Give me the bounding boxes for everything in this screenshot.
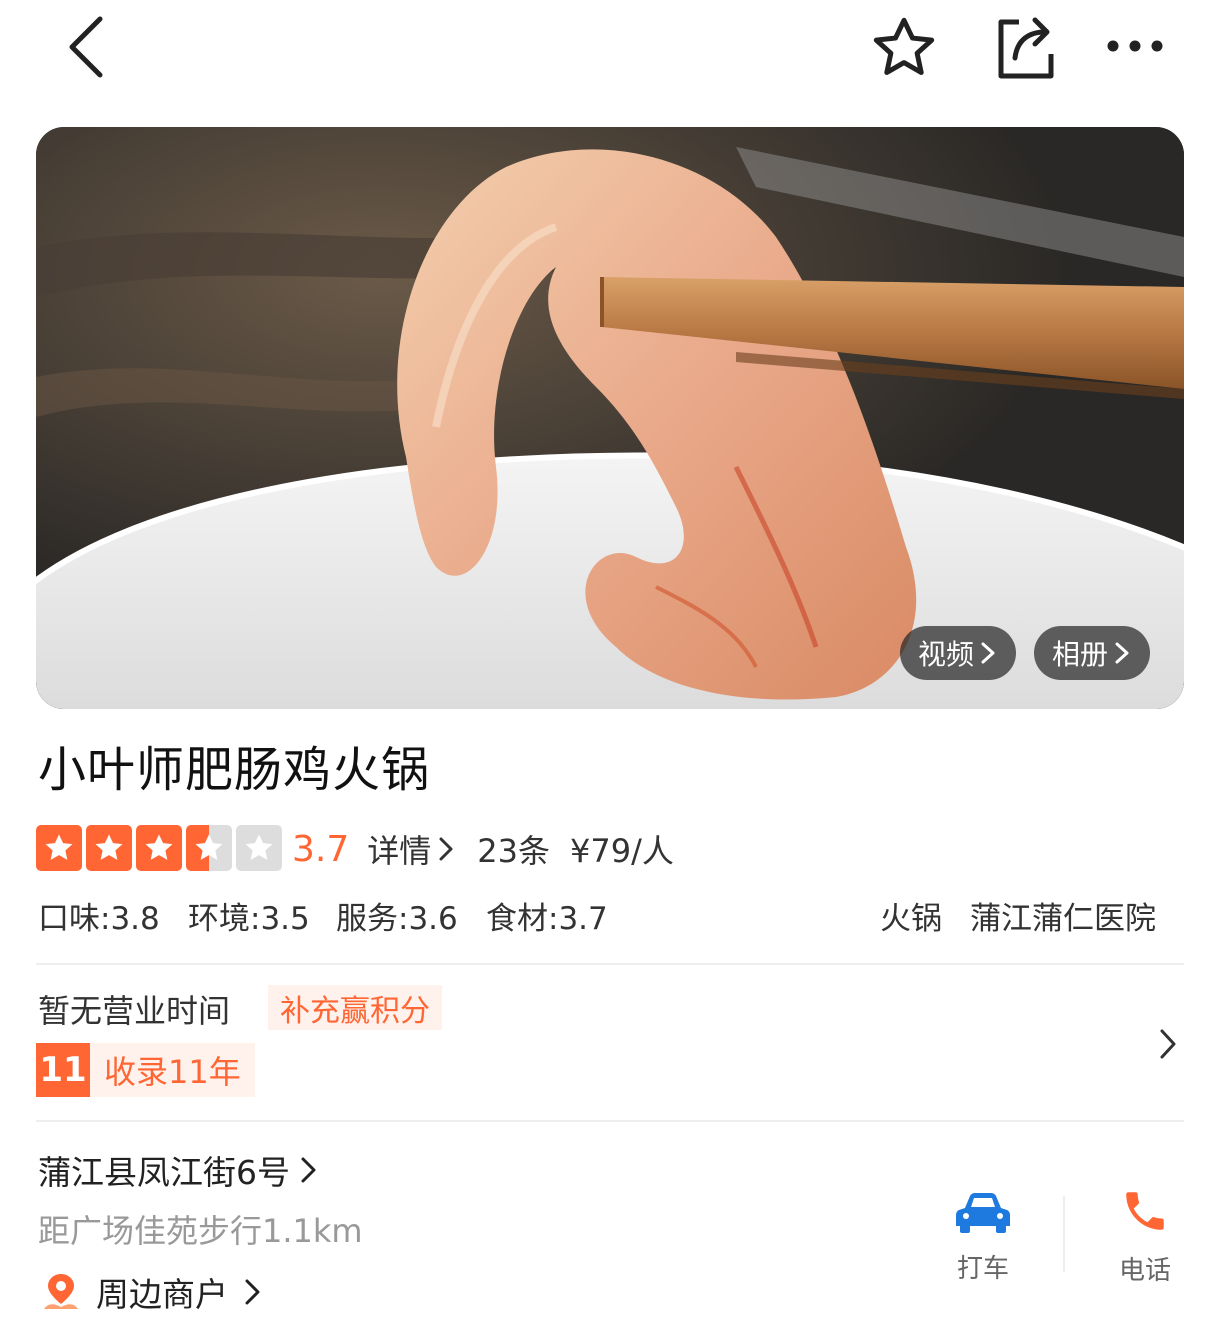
star-icon: [136, 825, 182, 871]
area-tag: 蒲江蒲仁医院: [970, 901, 1156, 937]
video-button[interactable]: 视频: [900, 626, 1017, 680]
share-button[interactable]: [990, 12, 1060, 82]
sub-score-2: 环境:3.5: [188, 901, 310, 937]
food-photo: [36, 127, 1184, 709]
share-icon: [998, 17, 1054, 79]
star-empty-icon: [236, 825, 282, 871]
nearby-label: 周边商户: [96, 1275, 228, 1314]
category-tag: 火锅: [880, 901, 942, 937]
phone-icon: [1126, 1192, 1164, 1230]
address-link[interactable]: 蒲江县凤江街6号: [38, 1146, 320, 1194]
years-label: 收录11年: [104, 1053, 241, 1091]
chevron-right-icon[interactable]: [1156, 1026, 1180, 1062]
chevron-right-icon: [981, 642, 995, 664]
divider: [36, 1120, 1184, 1122]
back-button[interactable]: [56, 12, 116, 82]
bonus-tag[interactable]: 补充赢积分: [268, 985, 442, 1030]
favorite-button[interactable]: [866, 10, 942, 86]
album-label: 相册: [1052, 638, 1109, 671]
more-dots-icon: [1107, 40, 1163, 52]
divider: [1063, 1196, 1065, 1272]
hero-photo[interactable]: [36, 127, 1184, 709]
phone-label: 电话: [1118, 1256, 1171, 1286]
chevron-left-icon: [69, 16, 103, 78]
phone-button[interactable]: 电话: [1102, 1186, 1188, 1287]
star-icon: [36, 825, 82, 871]
years-number: 11: [36, 1043, 90, 1097]
chevron-right-icon: [245, 1279, 260, 1305]
video-label: 视频: [918, 638, 975, 671]
location-pin-icon: [44, 1274, 78, 1309]
star-rating: [36, 825, 282, 871]
address-text: 蒲江县凤江街6号: [38, 1153, 290, 1192]
business-hours: 暂无营业时间: [38, 992, 231, 1030]
sub-score-1: 口味:3.8: [38, 901, 160, 937]
rating-row: 3.7 详情 23条 ¥79/人: [292, 825, 674, 873]
price-per-person: ¥79/人: [570, 832, 674, 870]
years-listed-badge: 11 收录11年: [36, 1043, 255, 1097]
chevron-right-icon: [1115, 642, 1129, 664]
sub-score-3: 服务:3.6: [336, 901, 458, 937]
star-half-icon: [186, 825, 232, 871]
star-icon: [86, 825, 132, 871]
review-count: 23条: [477, 832, 551, 870]
star-outline-icon: [873, 17, 935, 75]
divider: [36, 963, 1184, 965]
chevron-right-icon: [439, 837, 453, 861]
taxi-label: 打车: [956, 1254, 1009, 1284]
nearby-merchants-link[interactable]: 周边商户: [40, 1268, 264, 1316]
details-label: 详情: [367, 832, 432, 870]
album-button[interactable]: 相册: [1034, 626, 1151, 680]
more-button[interactable]: [1100, 26, 1170, 66]
shop-name: 小叶师肥肠鸡火锅: [38, 742, 431, 798]
sub-score-4: 食材:3.7: [486, 901, 608, 937]
chevron-right-icon: [301, 1157, 316, 1183]
taxi-button[interactable]: 打车: [940, 1190, 1026, 1285]
details-link[interactable]: 详情: [367, 826, 457, 872]
car-icon: [956, 1193, 1010, 1233]
distance-text: 距广场佳苑步行1.1km: [38, 1212, 363, 1250]
rating-score: 3.7: [292, 828, 350, 870]
